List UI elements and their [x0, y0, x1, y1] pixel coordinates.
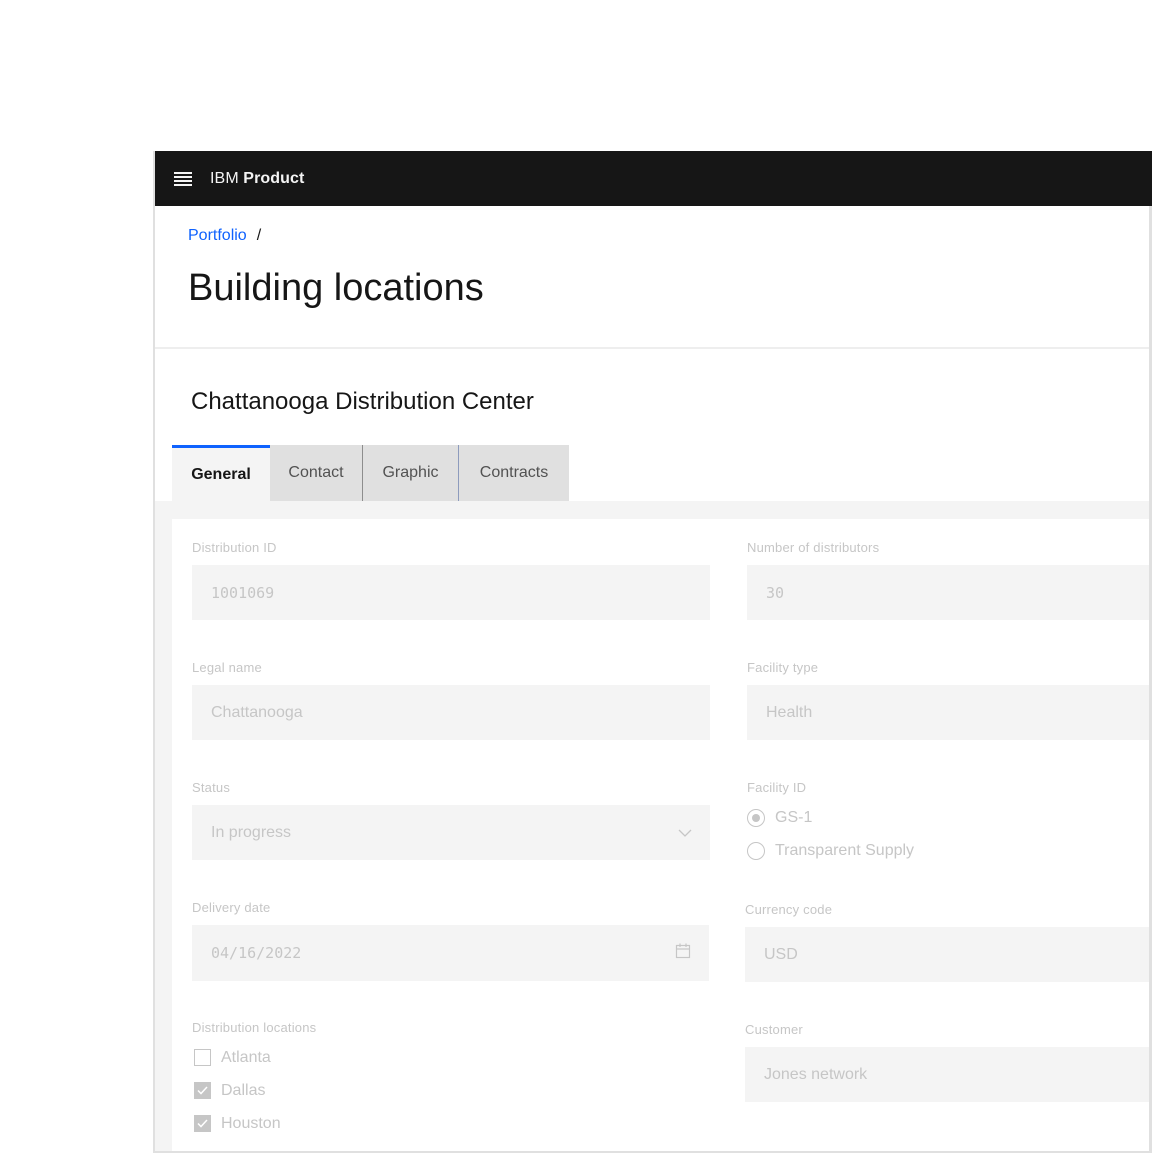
distribution-id-field: Distribution ID 1001069 [192, 540, 710, 620]
delivery-date-input[interactable]: 04/16/2022 [192, 925, 709, 981]
hamburger-menu-icon[interactable] [174, 171, 192, 186]
brand-prefix: IBM [210, 169, 239, 187]
status-field: Status In progress [192, 780, 710, 860]
delivery-date-value: 04/16/2022 [211, 944, 302, 962]
breadcrumb-separator: / [256, 227, 262, 244]
calendar-icon[interactable] [675, 943, 691, 963]
legal-name-label: Legal name [192, 660, 262, 675]
facility-type-input[interactable]: Health [747, 685, 1152, 740]
general-form: Distribution ID 1001069 Number of distri… [172, 519, 1152, 1151]
currency-code-input[interactable]: USD [745, 927, 1152, 982]
radio-transparent-supply[interactable]: Transparent Supply [747, 834, 1152, 867]
distribution-locations-field: Distribution locations Atlanta Dallas Ho… [192, 1020, 710, 1140]
status-label: Status [192, 780, 231, 795]
page-title: Building locations [188, 267, 484, 309]
radio-unselected-icon [747, 841, 765, 860]
chevron-down-icon [678, 824, 692, 842]
checkbox-checked-icon [194, 1115, 211, 1132]
checkbox-label: Atlanta [221, 1048, 271, 1066]
customer-field: Customer Jones network [745, 1022, 1152, 1102]
facility-id-field: Facility ID GS-1 Transparent Supply [747, 780, 1152, 867]
distribution-id-label: Distribution ID [192, 540, 277, 555]
product-name[interactable]: IBM Product [210, 170, 304, 188]
legal-name-input[interactable]: Chattanooga [192, 685, 710, 740]
distribution-locations-label: Distribution locations [192, 1020, 317, 1035]
legal-name-field: Legal name Chattanooga [192, 660, 710, 740]
checkbox-label: Dallas [221, 1081, 266, 1099]
facility-type-label: Facility type [747, 660, 819, 675]
distribution-locations-checkbox-group: Atlanta Dallas Houston [192, 1041, 710, 1140]
radio-label: GS-1 [775, 808, 813, 826]
radio-selected-icon [747, 808, 765, 827]
radio-gs-1[interactable]: GS-1 [747, 801, 1152, 834]
checkbox-atlanta[interactable]: Atlanta [192, 1041, 710, 1074]
breadcrumb-portfolio-link[interactable]: Portfolio [188, 227, 247, 245]
brand-name: Product [243, 169, 305, 187]
delivery-date-label: Delivery date [192, 900, 271, 915]
facility-type-field: Facility type Health [747, 660, 1152, 740]
facility-id-radio-group: GS-1 Transparent Supply [747, 801, 1152, 867]
delivery-date-field: Delivery date 04/16/2022 [192, 900, 709, 981]
breadcrumb: Portfolio / [188, 227, 261, 245]
checkbox-dallas[interactable]: Dallas [192, 1074, 710, 1107]
customer-label: Customer [745, 1022, 803, 1037]
checkbox-label: Houston [221, 1114, 281, 1132]
number-of-distributors-field: Number of distributors 30 [747, 540, 1152, 620]
app-window: IBM Product Portfolio / Building locatio… [153, 151, 1152, 1153]
number-of-distributors-label: Number of distributors [747, 540, 880, 555]
checkbox-unchecked-icon [194, 1049, 211, 1066]
currency-code-label: Currency code [745, 902, 833, 917]
checkbox-checked-icon [194, 1082, 211, 1099]
radio-label: Transparent Supply [775, 841, 915, 859]
number-of-distributors-input[interactable]: 30 [747, 565, 1152, 620]
facility-id-label: Facility ID [747, 780, 807, 795]
status-select[interactable]: In progress [192, 805, 710, 860]
header-divider [155, 347, 1152, 349]
tab-list: General Contact Graphic Contracts [172, 445, 569, 501]
tab-contracts[interactable]: Contracts [458, 445, 569, 501]
distribution-id-input[interactable]: 1001069 [192, 565, 710, 620]
status-value: In progress [211, 823, 292, 841]
tab-general[interactable]: General [172, 445, 270, 501]
section-title: Chattanooga Distribution Center [191, 388, 534, 415]
top-header: IBM Product [155, 151, 1152, 206]
tab-graphic[interactable]: Graphic [362, 445, 458, 501]
tab-contact[interactable]: Contact [270, 445, 362, 501]
checkbox-houston[interactable]: Houston [192, 1107, 710, 1140]
currency-code-field: Currency code USD [745, 902, 1152, 982]
customer-input[interactable]: Jones network [745, 1047, 1152, 1102]
